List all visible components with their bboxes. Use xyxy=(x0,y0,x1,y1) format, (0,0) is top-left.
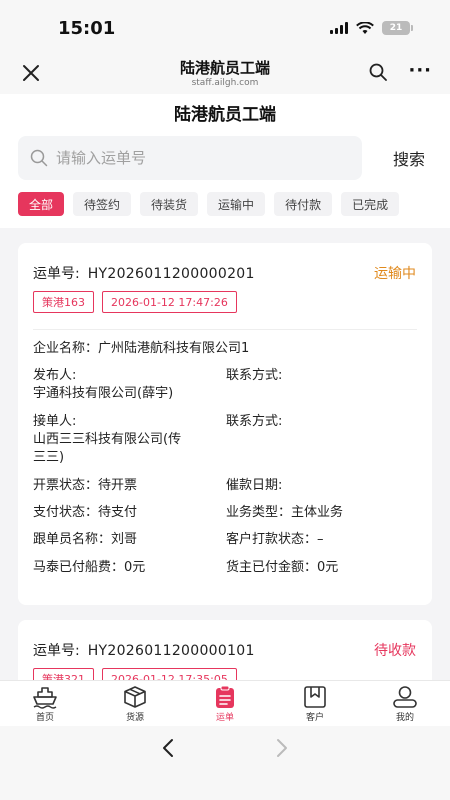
search-icon[interactable] xyxy=(368,62,388,82)
search-box[interactable] xyxy=(18,136,362,180)
search-input[interactable] xyxy=(56,136,346,180)
more-icon[interactable]: ··· xyxy=(408,62,432,80)
receiver-contact: 联系方式: xyxy=(226,414,283,429)
ship-icon xyxy=(33,687,57,709)
waybill-label: 运单号: xyxy=(33,643,80,659)
tab-pending-payment[interactable]: 待付款 xyxy=(274,192,333,216)
status-bar: 15:01 21 xyxy=(0,0,450,54)
search-icon xyxy=(30,149,48,167)
receiver-label: 接单人: xyxy=(33,414,77,429)
box-icon xyxy=(124,686,146,708)
time-tag: 2026-01-12 17:47:26 xyxy=(102,291,237,313)
follower-name: 跟单员名称：刘哥 xyxy=(33,532,138,547)
tab-completed[interactable]: 已完成 xyxy=(341,192,400,216)
tabbar-label: 运单 xyxy=(215,713,234,723)
order-status: 待收款 xyxy=(374,643,416,659)
pay-status: 支付状态：待支付 xyxy=(33,505,138,520)
clipboard-icon xyxy=(216,685,234,708)
order-tags: 策港163 2026-01-12 17:47:26 xyxy=(33,291,237,313)
company-name: 企业名称：广州陆港航科技有限公司1 xyxy=(33,341,250,356)
tabbar-label: 客户 xyxy=(305,713,324,723)
tabbar-mine[interactable]: 我的 xyxy=(360,681,450,726)
bookmark-icon xyxy=(304,686,326,708)
tabbar-goods[interactable]: 货源 xyxy=(90,681,180,726)
search-button[interactable]: 搜索 xyxy=(393,146,425,170)
tab-all[interactable]: 全部 xyxy=(18,192,65,216)
waybill-row: 运单号: HY2026011200000201 xyxy=(33,263,255,283)
bottom-tabbar: 首页 货源 运单 客户 我的 xyxy=(0,680,450,726)
invoice-status: 开票状态：待开票 xyxy=(33,478,138,493)
tab-pending-sign[interactable]: 待签约 xyxy=(73,192,132,216)
forward-icon[interactable] xyxy=(272,736,292,760)
customer-pay-status: 客户打款状态：– xyxy=(226,532,324,547)
receiver-value-line1: 山西三三科技有限公司(传 xyxy=(33,432,182,447)
publisher-label: 发布人: xyxy=(33,368,77,383)
waybill-number: HY2026011200000201 xyxy=(87,266,255,282)
dunning-date: 催款日期: xyxy=(226,478,283,493)
port-tag: 策港163 xyxy=(33,291,94,313)
waybill-row: 运单号: HY2026011200000101 xyxy=(33,640,255,660)
wifi-icon xyxy=(356,21,374,34)
waybill-label: 运单号: xyxy=(33,266,80,282)
status-icons: 21 xyxy=(330,21,413,35)
tab-in-transit[interactable]: 运输中 xyxy=(207,192,266,216)
publisher-contact: 联系方式: xyxy=(226,368,283,383)
matai-paid: 马泰已付船费：0元 xyxy=(33,560,146,575)
tab-pending-load[interactable]: 待装货 xyxy=(140,192,199,216)
business-type: 业务类型：主体业务 xyxy=(226,505,344,520)
receiver-value-line2: 三三) xyxy=(33,450,65,465)
order-status: 运输中 xyxy=(374,266,416,282)
signal-icon xyxy=(330,22,348,34)
browser-header: 陆港航员工端 staff.ailgh.com ··· xyxy=(0,54,450,94)
tabbar-customer[interactable]: 客户 xyxy=(270,681,360,726)
page-title: 陆港航员工端 xyxy=(174,105,276,125)
tabbar-label: 我的 xyxy=(395,713,414,723)
order-card[interactable]: 运单号: HY2026011200000201 运输中 策港163 2026-01… xyxy=(18,243,432,605)
tabbar-waybill[interactable]: 运单 xyxy=(180,681,270,726)
divider xyxy=(33,329,417,330)
tabbar-home[interactable]: 首页 xyxy=(0,681,90,726)
tabbar-label: 首页 xyxy=(35,713,54,723)
waybill-number: HY2026011200000101 xyxy=(87,643,255,659)
battery-icon: 21 xyxy=(382,21,413,35)
tabbar-label: 货源 xyxy=(125,713,144,723)
user-icon xyxy=(393,686,417,708)
back-icon[interactable] xyxy=(158,736,178,760)
page-header: 陆港航员工端 搜索 全部 待签约 待装货 运输中 待付款 已完成 xyxy=(0,94,450,228)
cargo-owner-paid: 货主已付金额：0元 xyxy=(226,560,339,575)
status-tabs: 全部 待签约 待装货 运输中 待付款 已完成 xyxy=(18,192,400,216)
browser-bottom-bar xyxy=(0,726,450,800)
status-time: 15:01 xyxy=(58,18,116,39)
publisher-value: 宇通科技有限公司(薛宇) xyxy=(33,386,174,401)
